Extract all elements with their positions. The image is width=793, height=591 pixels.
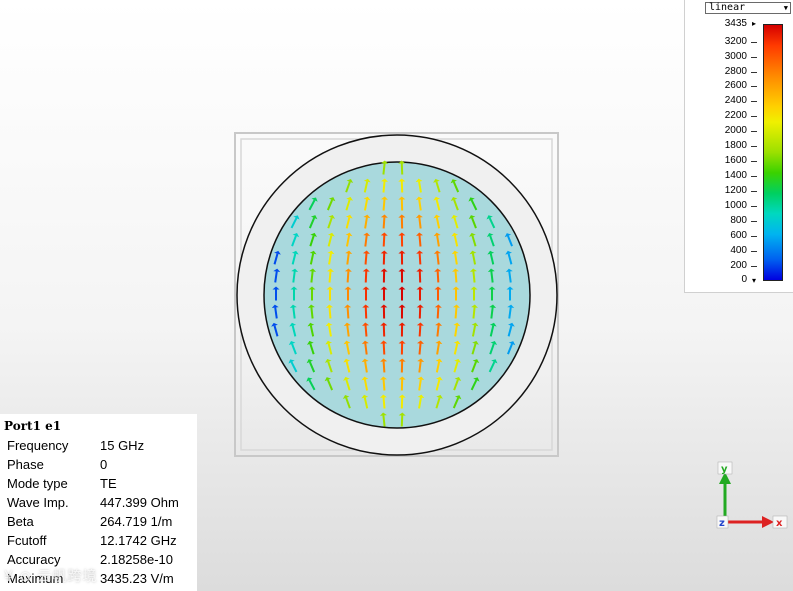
colorbar-gradient xyxy=(763,24,783,281)
port-face xyxy=(263,161,531,429)
colorbar-tick-label: 400 xyxy=(730,245,747,257)
field-arrow-shaft xyxy=(436,325,440,337)
z-axis-label: z xyxy=(719,518,725,529)
colorbar-tick-mark xyxy=(751,71,757,73)
colorbar-tick-mark xyxy=(751,161,757,163)
colorbar-tick-label: 3200 xyxy=(724,35,747,47)
colorbar-tick-mark xyxy=(751,131,757,133)
scale-mode-value: linear xyxy=(709,2,746,13)
colorbar-tick-label: 1800 xyxy=(724,140,747,152)
x-axis-label: x xyxy=(776,518,783,529)
axis-triad: y z x xyxy=(716,461,788,529)
field-arrow-shaft xyxy=(382,235,386,247)
colorbar-tick-mark xyxy=(751,176,757,178)
port-info-panel: Port1 e1 Frequency 15 GHz Phase 0 Mode typ… xyxy=(0,414,197,591)
field-arrow-shaft xyxy=(382,379,386,391)
info-row-wave-imp: Wave Imp. 447.399 Ohm xyxy=(7,495,179,510)
watermark: ¥ ⊙ 云帆跨境 xyxy=(4,569,98,585)
field-arrow-shaft xyxy=(418,217,422,229)
field-arrow-shaft xyxy=(436,271,440,283)
field-arrow-shaft xyxy=(382,163,386,175)
field-arrow-shaft xyxy=(328,307,332,319)
field-arrow-shaft xyxy=(346,271,350,283)
field-arrow-shaft xyxy=(382,181,386,193)
field-arrow-shaft xyxy=(418,253,422,265)
colorbar-tick-mark xyxy=(751,221,757,223)
info-row-mode-type: Mode type TE xyxy=(7,476,117,491)
field-arrow-shaft xyxy=(418,325,422,337)
field-arrow-shaft xyxy=(418,343,422,355)
field-arrow-shaft xyxy=(364,235,368,247)
3d-viewport[interactable]: linear ▼ 3435 ▸ 3200 3000 2800 2600 2400 2200… xyxy=(0,0,793,591)
field-arrow-shaft xyxy=(382,415,386,427)
port-title: Port1 e1 xyxy=(4,419,62,433)
field-arrow-shaft xyxy=(364,343,368,355)
field-arrow-shaft xyxy=(346,325,350,337)
chevron-down-icon: ▼ xyxy=(783,4,788,12)
field-arrow-shaft xyxy=(490,271,494,283)
field-arrow-shaft xyxy=(292,271,296,283)
colorbar-tick-mark xyxy=(751,56,757,58)
colorbar-tick-label: 1400 xyxy=(724,170,747,182)
max-marker-icon: ▸ xyxy=(752,19,757,28)
colorbar-tick-label: 2200 xyxy=(724,110,747,122)
field-arrow-shaft xyxy=(310,307,314,319)
field-arrow-shaft xyxy=(454,271,458,283)
field-arrow-shaft xyxy=(490,307,494,319)
colorbar-tick-mark xyxy=(751,236,757,238)
info-row-phase: Phase 0 xyxy=(7,457,108,472)
field-arrow-shaft xyxy=(292,307,296,319)
field-arrow-shaft xyxy=(472,271,476,283)
info-row-beta: Beta 264.719 1/m xyxy=(7,514,173,529)
colorbar-min-label: 0 xyxy=(741,274,747,285)
field-arrow-shaft xyxy=(418,361,422,373)
y-axis-label: y xyxy=(721,464,728,475)
field-arrow-shaft xyxy=(382,217,386,229)
field-arrow-shaft xyxy=(454,307,458,319)
colorbar-tick-mark xyxy=(751,266,757,268)
field-arrow-shaft xyxy=(436,307,440,319)
colorbar-tick-label: 1600 xyxy=(724,155,747,167)
field-arrow-shaft xyxy=(346,307,350,319)
colorbar-tick-label: 2800 xyxy=(724,65,747,77)
colorbar-max-label: 3435 xyxy=(724,18,747,29)
colorbar-tick-mark xyxy=(751,206,757,208)
info-row-frequency: Frequency 15 GHz xyxy=(7,438,145,453)
colorbar-tick-mark xyxy=(751,251,757,253)
info-row-accuracy: Accuracy 2.18258e-10 xyxy=(7,552,174,567)
colorbar-tick-label: 200 xyxy=(730,260,747,272)
colorbar-tick-label: 800 xyxy=(730,215,747,227)
field-arrow-shaft xyxy=(382,343,386,355)
colorbar-tick-label: 2400 xyxy=(724,95,747,107)
field-arrow-shaft xyxy=(364,253,368,265)
info-row-fcutoff: Fcutoff 12.1742 GHz xyxy=(7,533,177,548)
field-arrow-shaft xyxy=(418,235,422,247)
field-arrow-shaft xyxy=(382,397,386,409)
colorbar-tick-label: 1000 xyxy=(724,200,747,212)
x-axis-arrow-icon xyxy=(762,516,774,528)
field-arrow-shaft xyxy=(436,253,440,265)
field-arrow-shaft xyxy=(382,361,386,373)
colorbar-tick-label: 2000 xyxy=(724,125,747,137)
field-arrow-shaft xyxy=(310,271,314,283)
field-arrow-shaft xyxy=(328,271,332,283)
colorbar-tick-mark xyxy=(751,86,757,88)
colorbar-tick-mark xyxy=(751,41,757,43)
field-arrow-shaft xyxy=(346,253,350,265)
min-marker-icon: ▾ xyxy=(752,276,757,285)
colorbar-tick-label: 600 xyxy=(730,230,747,242)
field-arrow-shaft xyxy=(472,307,476,319)
colorbar-tick-label: 3000 xyxy=(724,50,747,62)
colorbar-tick-mark xyxy=(751,146,757,148)
scale-mode-dropdown[interactable]: linear ▼ xyxy=(705,2,791,14)
field-arrow-shaft xyxy=(382,199,386,211)
colorbar-tick-mark xyxy=(751,116,757,118)
colorbar-tick-mark xyxy=(751,191,757,193)
colorbar-tick-label: 1200 xyxy=(724,185,747,197)
colorbar-tick-mark xyxy=(751,101,757,103)
field-arrow-shaft xyxy=(364,325,368,337)
colorbar-tick-label: 2600 xyxy=(724,80,747,92)
